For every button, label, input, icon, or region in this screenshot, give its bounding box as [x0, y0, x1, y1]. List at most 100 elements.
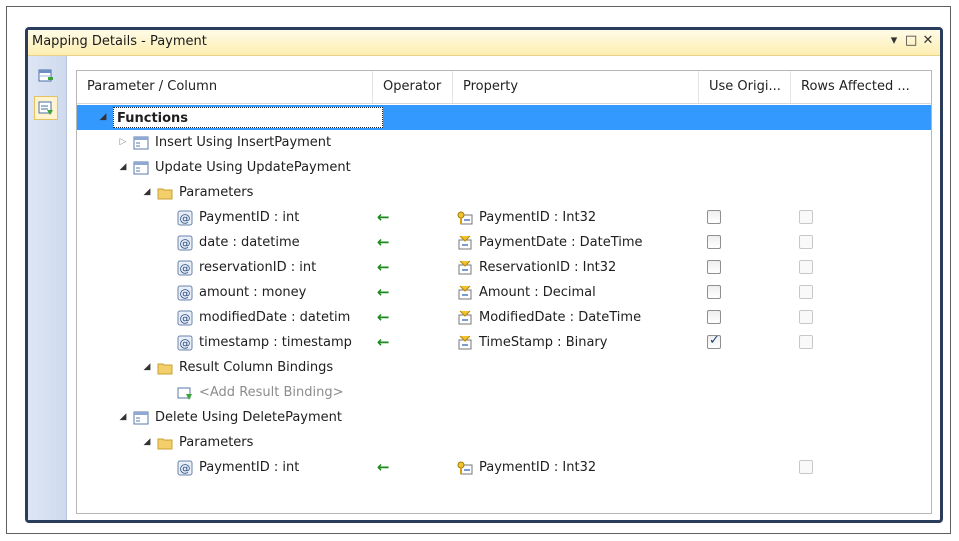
root-row[interactable]: ◢ Functions [77, 105, 931, 130]
row-label-cell: ◢ Update Using UpdatePayment [117, 155, 377, 180]
use-original-checkbox[interactable] [707, 310, 721, 324]
folder-icon [157, 360, 173, 376]
property-cell[interactable]: ModifiedDate : DateTime [457, 305, 697, 330]
parameter-icon: @ [177, 310, 193, 326]
parameter-row[interactable]: @ PaymentID : int ← PaymentID : Int32 [77, 455, 931, 480]
row-label: timestamp : timestamp [199, 335, 352, 350]
column-header-rows-affected[interactable]: Rows Affected ... [791, 71, 931, 103]
use-original-checkbox[interactable] [707, 260, 721, 274]
collapse-icon[interactable]: ◢ [97, 105, 109, 130]
close-icon[interactable]: ✕ [922, 33, 934, 48]
row-label[interactable]: <Add Result Binding> [199, 380, 344, 405]
property-label: ReservationID : Int32 [479, 260, 617, 275]
mapping-details-window: Mapping Details - Payment ▾ □ ✕ Paramete… [25, 27, 943, 523]
parameter-row[interactable]: @ reservationID : int ← ReservationID : Int… [77, 255, 931, 280]
parameter-row[interactable]: @ timestamp : timestamp ← TimeStamp : Binar… [77, 330, 931, 355]
svg-text:@: @ [180, 312, 191, 325]
parameter-row[interactable]: @ modifiedDate : datetim ← ModifiedDate : D… [77, 305, 931, 330]
property-cell[interactable]: PaymentDate : DateTime [457, 230, 697, 255]
property-cell[interactable]: PaymentID : Int32 [457, 205, 697, 230]
folder-row[interactable]: ◢ Parameters [77, 430, 931, 455]
property-icon [457, 310, 473, 326]
grid-header: Parameter / Column Operator Property Use… [77, 71, 931, 104]
property-cell[interactable]: TimeStamp : Binary [457, 330, 697, 355]
rows-affected-checkbox[interactable] [799, 310, 813, 324]
rows-affected-checkbox[interactable] [799, 235, 813, 249]
property-icon [457, 335, 473, 351]
parameter-icon: @ [177, 235, 193, 251]
operator-arrow-icon[interactable]: ← [377, 330, 447, 355]
use-original-checkbox[interactable] [707, 210, 721, 224]
folder-row[interactable]: ◢ Parameters [77, 180, 931, 205]
column-header-parameter[interactable]: Parameter / Column [77, 71, 373, 103]
collapse-icon[interactable]: ◢ [117, 405, 129, 430]
operator-arrow-icon[interactable]: ← [377, 230, 447, 255]
rows-affected-checkbox[interactable] [799, 335, 813, 349]
row-label: modifiedDate : datetim [199, 310, 351, 325]
row-label: reservationID : int [199, 260, 317, 275]
property-cell[interactable]: PaymentID : Int32 [457, 455, 697, 480]
parameter-row[interactable]: @ amount : money ← Amount : Decimal [77, 280, 931, 305]
row-label: Parameters [179, 435, 254, 450]
operator-arrow-icon[interactable]: ← [377, 255, 447, 280]
property-label: PaymentDate : DateTime [479, 235, 643, 250]
collapse-icon[interactable]: ◢ [141, 180, 153, 205]
parameter-row[interactable]: @ date : datetime ← PaymentDate : DateTime [77, 230, 931, 255]
operator-arrow-icon[interactable]: ← [377, 205, 447, 230]
property-icon [457, 285, 473, 301]
rows-affected-checkbox[interactable] [799, 460, 813, 474]
property-label: PaymentID : Int32 [479, 210, 597, 225]
map-to-functions-button[interactable] [34, 96, 58, 120]
function-row[interactable]: ◢ Update Using UpdatePayment [77, 155, 931, 180]
operator-arrow-icon[interactable]: ← [377, 305, 447, 330]
row-label-cell: ◢ Result Column Bindings [141, 355, 401, 380]
map-to-table-button[interactable] [34, 64, 58, 88]
maximize-icon[interactable]: □ [905, 33, 917, 48]
use-original-checkbox[interactable] [707, 235, 721, 249]
parameter-icon: @ [177, 460, 193, 476]
property-cell[interactable]: ReservationID : Int32 [457, 255, 697, 280]
row-label: Update Using UpdatePayment [155, 160, 351, 175]
svg-text:@: @ [180, 337, 191, 350]
property-icon [457, 235, 473, 251]
parameter-row[interactable]: @ PaymentID : int ← PaymentID : Int32 [77, 205, 931, 230]
collapse-icon[interactable]: ◢ [141, 355, 153, 380]
row-label-cell: @ PaymentID : int [177, 455, 367, 480]
collapse-icon[interactable]: ◢ [117, 155, 129, 180]
svg-text:@: @ [180, 262, 191, 275]
use-original-checkbox[interactable] [707, 333, 721, 349]
parameter-icon: @ [177, 260, 193, 276]
property-label: ModifiedDate : DateTime [479, 310, 642, 325]
row-label-cell: @ PaymentID : int [177, 205, 367, 230]
row-label-cell: @ modifiedDate : datetim [177, 305, 367, 330]
function-row[interactable]: ▷ Insert Using InsertPayment [77, 130, 931, 155]
use-original-checkbox[interactable] [707, 285, 721, 299]
function-row[interactable]: ◢ Delete Using DeletePayment [77, 405, 931, 430]
function-icon [133, 160, 149, 176]
expand-icon[interactable]: ▷ [117, 130, 129, 155]
row-label: Result Column Bindings [179, 360, 334, 375]
column-header-use-original[interactable]: Use Origi... [699, 71, 791, 103]
window-dropdown-icon[interactable]: ▾ [888, 33, 900, 48]
row-label-cell: ◢ Parameters [141, 180, 401, 205]
window-titlebar[interactable]: Mapping Details - Payment ▾ □ ✕ [28, 30, 940, 56]
folder-row[interactable]: ◢ Result Column Bindings [77, 355, 931, 380]
row-label-cell: @ reservationID : int [177, 255, 367, 280]
row-label: PaymentID : int [199, 210, 300, 225]
rows-affected-checkbox[interactable] [799, 285, 813, 299]
rows-affected-checkbox[interactable] [799, 210, 813, 224]
operator-arrow-icon[interactable]: ← [377, 280, 447, 305]
row-label: amount : money [199, 285, 307, 300]
mapping-grid: Parameter / Column Operator Property Use… [76, 70, 932, 514]
key-property-icon [457, 460, 473, 476]
property-cell[interactable]: Amount : Decimal [457, 280, 697, 305]
column-header-property[interactable]: Property [453, 71, 699, 103]
operator-arrow-icon[interactable]: ← [377, 455, 447, 480]
parameter-icon: @ [177, 285, 193, 301]
window-title: Mapping Details - Payment [32, 34, 207, 49]
collapse-icon[interactable]: ◢ [141, 430, 153, 455]
rows-affected-checkbox[interactable] [799, 260, 813, 274]
column-header-operator[interactable]: Operator [373, 71, 453, 103]
add-row[interactable]: <Add Result Binding> [77, 380, 931, 405]
svg-text:@: @ [180, 212, 191, 225]
